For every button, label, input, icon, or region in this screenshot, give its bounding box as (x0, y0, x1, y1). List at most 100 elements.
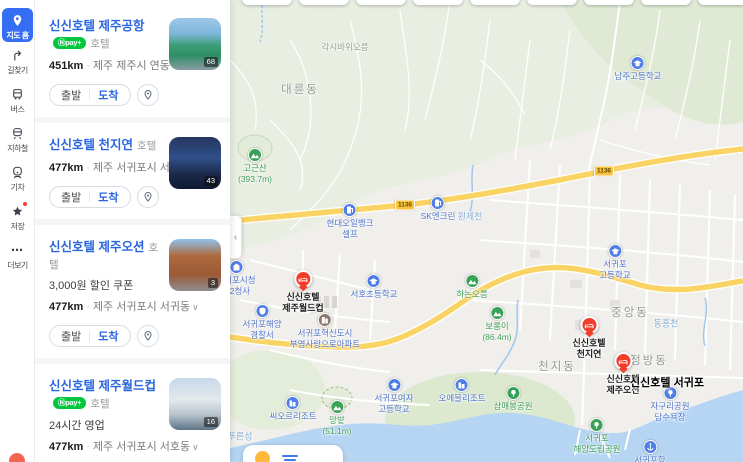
pin-icon (2, 13, 33, 27)
terrain-label: 각시바위오름 (321, 42, 369, 52)
hotel-marker[interactable]: 신신호텔 제주월드컵 (282, 270, 324, 315)
poi-resort: 오에블리조트 (439, 378, 485, 404)
distance-region: 451km·제주 제주시 연동∨ (49, 57, 178, 73)
star-icon (0, 202, 35, 218)
nav-item-label: 버스 (10, 105, 25, 114)
listing-extra-info: 24시간 영업 (49, 420, 105, 433)
poi-park: 자구리공원 담수욕장 (650, 386, 690, 422)
arrive-button[interactable]: 도착 (90, 87, 129, 103)
distance-value: 451km (49, 59, 84, 72)
map-filter-chip[interactable] (527, 0, 577, 5)
photo-count-badge: 68 (203, 57, 218, 67)
region-label: 제주 제주시 연동 (92, 59, 170, 72)
nav-item-map-home[interactable]: 지도 홈 (2, 8, 33, 42)
npay-badge: Ⓝpay+ (53, 36, 87, 49)
selected-hotel-label[interactable]: 신신호텔 서귀포 (630, 374, 704, 390)
sun-weather-icon (255, 450, 270, 462)
mountain-icon (489, 306, 504, 320)
hotel-listing[interactable]: 신신호텔 제주월드컵 Ⓝpay+ 호텔 24시간 영업 477km · 제주 서귀포시 서호… (35, 364, 230, 462)
results-panel: 신신호텔 제주공항Ⓝpay+호텔451km·제주 제주시 연동∨출발도착68신신… (35, 0, 230, 462)
hotel-listing[interactable]: 신신호텔 천지연호텔 477km·제주 서귀포시 서귀동∨ 출발도착 43 (35, 122, 230, 219)
hotel-listing[interactable]: 신신호텔 제주공항 Ⓝpay+호텔 451km·제주 제주시 연동∨ 출발도착 68 (35, 4, 230, 117)
hotel-photo[interactable]: 68 (169, 18, 221, 70)
hotel-name-link[interactable]: 신신호텔 천지연 (49, 138, 133, 152)
mountain-icon (329, 400, 344, 414)
photo-count-badge: 43 (203, 175, 218, 186)
poi-mountain: 보롬이 (86.4m) (482, 306, 512, 342)
hotel-photo[interactable]: 43 (169, 136, 221, 189)
poi-gov: 서귀포시청제2청사 (230, 260, 256, 296)
arrive-button[interactable]: 도착 (90, 328, 129, 344)
poi-mountain: 하논오름 (456, 274, 488, 300)
weather-widget[interactable] (243, 445, 343, 462)
nav-item-label: 지하철 (7, 144, 28, 153)
show-on-map-button[interactable] (136, 325, 159, 348)
map-filter-chip[interactable] (413, 0, 463, 5)
train-icon (0, 165, 35, 179)
chevron-down-icon[interactable]: ∨ (192, 442, 199, 452)
district-label: 대륜동 (281, 84, 319, 96)
gov-icon (230, 260, 243, 274)
hotel-photo[interactable]: 16 (169, 378, 221, 431)
poi-park: 서귀포 해양도립공원 (574, 418, 620, 454)
result-list: 신신호텔 제주공항Ⓝpay+호텔451km·제주 제주시 연동∨출발도착68신신… (35, 4, 230, 462)
subway-icon (0, 126, 35, 140)
depart-button[interactable]: 출발 (50, 87, 89, 103)
map-filter-chip[interactable] (470, 0, 520, 5)
nav-item-label: 저장 (10, 222, 25, 231)
hotel-name-link[interactable]: 신신호텔 제주오션 (49, 240, 144, 254)
road-shield-1136: 1136 (593, 165, 615, 177)
poi-school: 서귀포여자 고등학교 (374, 378, 414, 414)
hotel-photo[interactable]: 3 (169, 238, 221, 291)
category-label: 호텔 (136, 139, 157, 152)
nav-item-save[interactable]: 저장 (0, 202, 35, 232)
depart-button[interactable]: 출발 (50, 189, 89, 205)
map-filter-chip[interactable] (356, 0, 406, 5)
school-icon (608, 244, 622, 258)
rail-bottom-icon (9, 453, 25, 462)
map-filter-chip[interactable] (242, 0, 292, 5)
category-label: 호텔 (90, 37, 110, 50)
stream-label: 푸른성 (230, 431, 253, 442)
school-icon (366, 274, 381, 288)
nav-item-bus[interactable]: 버스 (0, 87, 35, 115)
distance-region: 477km · 제주 서귀포시 서호동 ∨ (49, 441, 199, 454)
depart-button[interactable]: 출발 (50, 328, 89, 344)
chevron-down-icon[interactable]: ∨ (192, 302, 199, 312)
nav-item-subway[interactable]: 지하철 (0, 126, 35, 154)
map-filter-chip[interactable] (299, 0, 349, 5)
hotel-name-link[interactable]: 신신호텔 제주월드컵 (49, 379, 156, 393)
nav-item-label: 길찾기 (7, 66, 28, 75)
arrive-button[interactable]: 도착 (90, 189, 129, 205)
map-filter-chip[interactable] (584, 0, 634, 5)
resort-icon (285, 396, 300, 410)
nav-rail: 지도 홈길찾기버스지하철기차저장 ⋯ 더보기 (0, 0, 35, 462)
poi-school: 서귀포 고등학교 (599, 244, 631, 280)
hotel-listing[interactable]: 신신호텔 제주오션 호텔 3,000원 할인 쿠폰 477km · 제주 서귀포시 서귀동… (35, 224, 230, 359)
panel-collapse-button[interactable]: ‹ (230, 215, 242, 259)
hotel-name-link[interactable]: 신신호텔 제주공항 (49, 19, 144, 33)
poi-resort: 씨오르리조트 (270, 396, 316, 422)
gas-icon (431, 196, 445, 210)
region-label: 제주 서귀포시 서호동 (92, 441, 191, 454)
nav-item-more[interactable]: ⋯ 더보기 (0, 243, 35, 271)
nav-item-train[interactable]: 기차 (0, 165, 35, 193)
poi-mountain: 망밭 (51.1m) (322, 400, 352, 436)
route-buttons: 출발 도착 (49, 83, 131, 106)
show-on-map-button[interactable] (136, 185, 159, 208)
road-shield-1136: 1136 (394, 199, 416, 211)
fine-dust-icon (282, 455, 298, 461)
panel-top-accent (50, 0, 146, 3)
hotel-marker[interactable]: 신신호텔 천지연 (572, 316, 606, 361)
park-icon (505, 386, 520, 400)
map-region: 대륜동 중앙동 정방동 천지동 각시바위오름 원제천 동홍천 푸른성 1136 1136 남주고등학… (230, 0, 743, 462)
poi-port: 서귀포항 (634, 440, 666, 462)
show-on-map-button[interactable] (136, 83, 159, 106)
map-filter-chip[interactable] (641, 0, 691, 5)
nav-item-label: 기차 (10, 183, 25, 192)
category-label: 호텔 (90, 398, 110, 411)
distance-region: 477km·제주 서귀포시 서귀동∨ (49, 159, 199, 175)
map-filter-chip[interactable] (698, 0, 743, 5)
nav-item-directions[interactable]: 길찾기 (0, 48, 35, 76)
dots-icon: ⋯ (11, 243, 24, 257)
